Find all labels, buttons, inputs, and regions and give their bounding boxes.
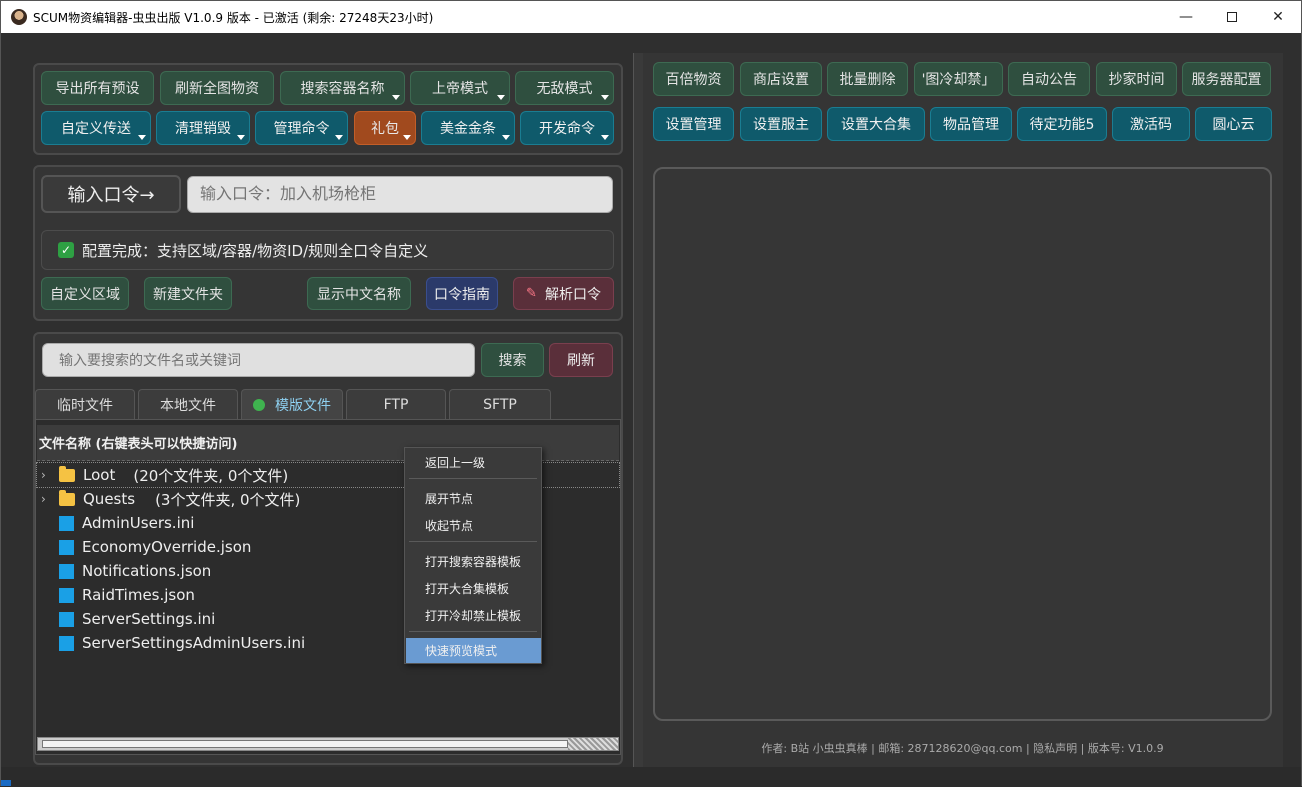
bottom-strip	[1, 767, 1301, 787]
command-input[interactable]	[187, 176, 613, 213]
server-config-button[interactable]: 服务器配置	[1182, 62, 1271, 96]
scrollbar-grip[interactable]	[568, 738, 618, 750]
auto-announce-button[interactable]: 自动公告	[1008, 62, 1090, 96]
command-label: 输入口令→	[41, 175, 181, 213]
command-guide-button[interactable]: 口令指南	[426, 277, 498, 310]
tree-file-row[interactable]: Notifications.json	[59, 559, 211, 583]
maximize-button[interactable]	[1209, 1, 1255, 33]
scrollbar-thumb[interactable]	[42, 740, 568, 748]
file-icon	[59, 539, 74, 555]
dropdown-arrow-icon	[138, 135, 146, 140]
batch-delete-button[interactable]: 批量删除	[827, 62, 908, 96]
menu-item-expand-node[interactable]: 展开节点	[406, 486, 541, 511]
file-search-input[interactable]	[42, 343, 475, 377]
chevron-right-icon[interactable]: ›	[41, 468, 51, 482]
clear-destroy-button[interactable]: 清理销毁	[156, 111, 250, 145]
refresh-map-items-button[interactable]: 刷新全图物资	[160, 71, 274, 105]
context-menu: 返回上一级 展开节点 收起节点 打开搜索容器模板 打开大合集模板 打开冷却禁止模…	[404, 447, 542, 664]
pending-feature-5-button[interactable]: 待定功能5	[1017, 107, 1107, 141]
dropdown-arrow-icon	[335, 135, 343, 140]
menu-item-collapse-node[interactable]: 收起节点	[406, 513, 541, 538]
dropdown-arrow-icon	[601, 135, 609, 140]
file-icon	[59, 515, 74, 531]
show-chinese-names-button[interactable]: 显示中文名称	[307, 277, 411, 310]
footer-info: 作者: B站 小虫虫真棒 | 邮箱: 287128620@qq.com | 隐私…	[761, 742, 1164, 755]
dropdown-arrow-icon	[237, 135, 245, 140]
activation-code-button[interactable]: 激活码	[1112, 107, 1190, 141]
custom-teleport-button[interactable]: 自定义传送	[41, 111, 151, 145]
custom-region-button[interactable]: 自定义区域	[41, 277, 129, 310]
search-button[interactable]: 搜索	[481, 343, 544, 377]
invincible-mode-button[interactable]: 无敌模式	[515, 71, 614, 105]
hundredfold-items-button[interactable]: 百倍物资	[653, 62, 734, 96]
output-text-area[interactable]	[653, 167, 1272, 721]
title-bar: SCUM物资编辑器-虫虫出版 V1.0.9 版本 - 已激活 (剩余: 2724…	[1, 1, 1301, 33]
parse-command-button[interactable]: ✎ 解析口令	[513, 277, 614, 310]
chevron-right-icon[interactable]: ›	[41, 492, 51, 506]
admin-commands-button[interactable]: 管理命令	[255, 111, 348, 145]
file-icon	[59, 563, 74, 579]
yuanxin-cloud-button[interactable]: 圆心云	[1195, 107, 1272, 141]
tree-file-row[interactable]: ServerSettings.ini	[59, 607, 215, 631]
tab-ftp[interactable]: FTP	[346, 389, 446, 419]
tab-local-files[interactable]: 本地文件	[138, 389, 238, 419]
set-collection-button[interactable]: 设置大合集	[827, 107, 925, 141]
tree-folder-row[interactable]: › Quests (3个文件夹, 0个文件)	[37, 487, 300, 511]
folder-icon	[59, 465, 75, 482]
gift-pack-button[interactable]: 礼包	[354, 111, 416, 145]
folder-icon	[59, 489, 75, 506]
item-management-button[interactable]: 物品管理	[930, 107, 1012, 141]
menu-item-go-up[interactable]: 返回上一级	[406, 450, 541, 475]
cooldown-ban-button[interactable]: '图冷却禁」	[914, 62, 1003, 96]
app-window: SCUM物资编辑器-虫虫出版 V1.0.9 版本 - 已激活 (剩余: 2724…	[0, 0, 1302, 787]
config-status-text: 配置完成：支持区域/容器/物资ID/规则全口令自定义	[82, 241, 429, 260]
tab-template-files[interactable]: 模版文件	[241, 389, 343, 419]
menu-separator	[409, 541, 537, 542]
dropdown-arrow-icon	[392, 95, 400, 100]
tab-sftp[interactable]: SFTP	[449, 389, 551, 419]
tree-file-row[interactable]: RaidTimes.json	[59, 583, 195, 607]
settings-management-button[interactable]: 设置管理	[653, 107, 734, 141]
tree-file-row[interactable]: EconomyOverride.json	[59, 535, 251, 559]
status-dot-icon	[253, 398, 265, 411]
raid-time-button[interactable]: 抄家时间	[1096, 62, 1177, 96]
menu-item-open-cooldown-template[interactable]: 打开冷却禁止模板	[406, 603, 541, 628]
tab-temp-files[interactable]: 临时文件	[35, 389, 135, 419]
tree-file-row[interactable]: AdminUsers.ini	[59, 511, 194, 535]
set-owner-button[interactable]: 设置服主	[740, 107, 822, 141]
menu-item-open-collection-template[interactable]: 打开大合集模板	[406, 576, 541, 601]
refresh-button[interactable]: 刷新	[549, 343, 613, 377]
close-button[interactable]: ✕	[1255, 1, 1301, 33]
dropdown-arrow-icon	[502, 135, 510, 140]
file-icon	[59, 611, 74, 627]
shop-settings-button[interactable]: 商店设置	[740, 62, 822, 96]
horizontal-scrollbar[interactable]	[37, 737, 619, 751]
menu-item-quick-preview[interactable]: 快速预览模式	[406, 638, 541, 663]
taskbar-accent	[1, 780, 11, 786]
money-gold-button[interactable]: 美金金条	[421, 111, 515, 145]
menu-separator	[409, 631, 537, 632]
window-title: SCUM物资编辑器-虫虫出版 V1.0.9 版本 - 已激活 (剩余: 2724…	[33, 10, 434, 25]
new-folder-button[interactable]: 新建文件夹	[144, 277, 232, 310]
maximize-icon	[1227, 12, 1237, 22]
panel-splitter[interactable]	[633, 53, 643, 767]
dropdown-arrow-icon	[601, 95, 609, 100]
export-presets-button[interactable]: 导出所有预设	[41, 71, 154, 105]
tree-file-row[interactable]: ServerSettingsAdminUsers.ini	[59, 631, 305, 655]
menu-item-open-search-template[interactable]: 打开搜索容器模板	[406, 549, 541, 574]
file-icon	[59, 635, 74, 651]
dev-commands-button[interactable]: 开发命令	[520, 111, 614, 145]
app-icon	[11, 9, 27, 25]
minimize-button[interactable]: —	[1163, 1, 1209, 33]
menu-separator	[409, 478, 537, 479]
check-icon[interactable]: ✓	[58, 242, 74, 258]
dropdown-arrow-icon	[403, 135, 411, 140]
dropdown-arrow-icon	[497, 95, 505, 100]
god-mode-button[interactable]: 上帝模式	[410, 71, 510, 105]
pen-icon: ✎	[526, 286, 537, 301]
file-icon	[59, 587, 74, 603]
search-container-button[interactable]: 搜索容器名称	[280, 71, 405, 105]
config-status-row: ✓ 配置完成：支持区域/容器/物资ID/规则全口令自定义	[41, 230, 614, 270]
